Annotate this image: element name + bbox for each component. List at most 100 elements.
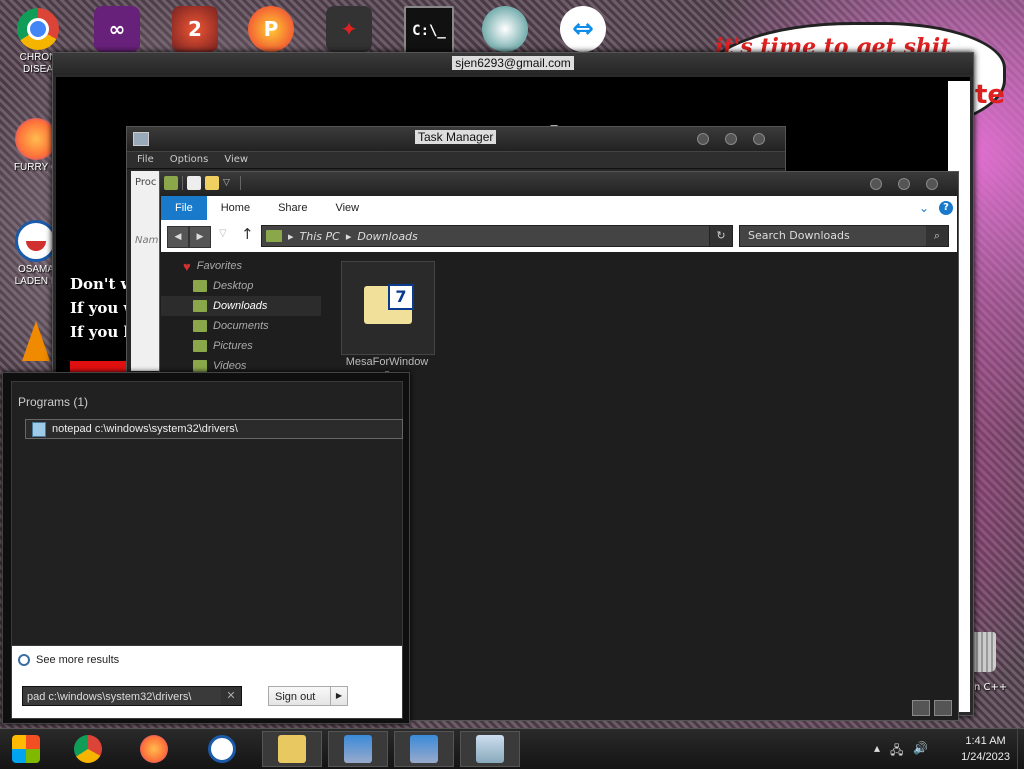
7zip-badge-icon: 7 [388, 284, 414, 310]
visual-studio-icon[interactable]: ∞ [94, 6, 140, 52]
see-more-results-link[interactable]: See more results [18, 654, 119, 666]
menu-options[interactable]: Options [170, 152, 209, 168]
navigation-pane: ♥ Favorites Desktop Downloads Documents … [161, 256, 321, 376]
show-desktop-button[interactable] [1017, 729, 1024, 769]
taskbar-firefox[interactable] [126, 731, 182, 767]
folder-icon [164, 176, 178, 190]
system-tray: ▴ 🖧 🔊 1:41 AM 1/24/2023 [864, 729, 1024, 769]
start-menu[interactable]: Programs (1) notepad c:\windows\system32… [2, 372, 410, 724]
nav-desktop[interactable]: Desktop [161, 276, 321, 296]
explorer-minimize-button[interactable] [870, 178, 882, 190]
nav-downloads-label: Downloads [213, 300, 268, 312]
notepad-icon [32, 421, 46, 437]
clear-search-icon[interactable]: ✕ [221, 687, 241, 705]
app-red-emblem-icon[interactable]: ✦ [326, 6, 372, 52]
expand-ribbon-chevron-icon[interactable]: ⌄ [919, 201, 929, 215]
nav-documents-label: Documents [213, 320, 269, 332]
refresh-icon[interactable]: ↻ [709, 226, 732, 246]
app-p-icon[interactable]: P [248, 6, 294, 52]
properties-icon[interactable] [187, 176, 201, 190]
breadcrumb-downloads[interactable]: Downloads [357, 230, 417, 243]
see-more-label: See more results [36, 654, 120, 666]
close-button[interactable] [753, 133, 765, 145]
nav-downloads[interactable]: Downloads [161, 296, 321, 316]
nav-favorites[interactable]: ♥ Favorites [161, 256, 321, 276]
file-explorer-icon [278, 735, 306, 763]
search-placeholder: Search Downloads [748, 229, 850, 242]
result-notepad-label: notepad c:\windows\system32\drivers\ [52, 423, 238, 435]
task-manager-titlebar[interactable]: Task Manager [127, 127, 785, 151]
nav-documents[interactable]: Documents [161, 316, 321, 336]
tab-home[interactable]: Home [207, 196, 264, 220]
shutdown-options-arrow-icon[interactable]: ▶ [330, 687, 347, 705]
tab-share[interactable]: Share [264, 196, 321, 220]
taskbar-task-manager[interactable] [460, 731, 520, 767]
explorer-maximize-button[interactable] [898, 178, 910, 190]
explorer-titlebar[interactable]: ▽ [160, 172, 958, 196]
chrome-icon [74, 735, 102, 763]
menu-view[interactable]: View [224, 152, 248, 168]
task-manager-icon [476, 735, 504, 763]
up-arrow-icon[interactable]: ↑ [241, 225, 254, 243]
column-name-header[interactable]: Nam [135, 235, 158, 246]
email-window-title: sjen6293@gmail.com [452, 56, 574, 70]
sign-out-button[interactable]: Sign out ▶ [268, 686, 348, 706]
recent-locations-icon[interactable]: ▽ [219, 228, 227, 239]
videos-icon [193, 360, 207, 372]
tab-file[interactable]: File [161, 196, 207, 220]
help-icon[interactable]: ? [939, 201, 953, 215]
downloads-icon [193, 300, 207, 312]
taskbar-explorer[interactable] [262, 731, 322, 767]
explorer-close-button[interactable] [926, 178, 938, 190]
network-icon[interactable]: 🖧 [890, 741, 903, 762]
maximize-button[interactable] [725, 133, 737, 145]
taskbar-chrome[interactable] [60, 731, 116, 767]
taskbar-installer-1[interactable] [328, 731, 388, 767]
installer-icon [344, 735, 372, 763]
address-bar[interactable]: ▸ This PC ▸ Downloads ↻ [261, 225, 733, 247]
details-view-icon[interactable] [912, 700, 930, 716]
volume-icon[interactable]: 🔊 [913, 741, 928, 762]
address-folder-icon [266, 230, 282, 242]
vlc-cone-icon [15, 320, 57, 362]
task-manager-menubar: File Options View [127, 151, 785, 169]
pictures-icon [193, 340, 207, 352]
forward-button[interactable]: ▶ [189, 226, 211, 248]
chevron-down-icon[interactable]: ▽ [223, 178, 230, 188]
show-hidden-icons-icon[interactable]: ▴ [874, 741, 880, 762]
back-button[interactable]: ◀ [167, 226, 189, 248]
clock[interactable]: 1:41 AM 1/24/2023 [961, 733, 1010, 765]
breadcrumb-separator-icon: ▸ [345, 229, 352, 243]
nav-desktop-label: Desktop [213, 280, 254, 292]
taskbar-obama-app[interactable] [194, 731, 250, 767]
nav-pictures[interactable]: Pictures [161, 336, 321, 356]
desktop-icon [193, 280, 207, 292]
sign-out-label: Sign out [275, 691, 316, 703]
app-2-icon[interactable]: 2 [172, 6, 218, 52]
menu-file[interactable]: File [137, 152, 154, 168]
start-search-input[interactable]: pad c:\windows\system32\drivers\ ✕ [22, 686, 242, 706]
obama-logo-icon [208, 735, 236, 763]
new-folder-icon[interactable] [205, 176, 219, 190]
task-manager-title: Task Manager [415, 130, 497, 144]
nav-videos-label: Videos [213, 360, 247, 372]
search-icon[interactable]: ⌕ [926, 226, 948, 246]
app-character-icon[interactable] [482, 6, 528, 52]
breadcrumb-this-pc[interactable]: This PC [300, 230, 340, 243]
installer-icon [410, 735, 438, 763]
email-window-titlebar[interactable]: sjen6293@gmail.com [53, 53, 973, 75]
quick-access-toolbar: ▽ [164, 176, 241, 190]
teamviewer-icon[interactable]: ⇔ [560, 6, 606, 52]
taskbar-installer-2[interactable] [394, 731, 454, 767]
chrome-icon [17, 8, 59, 50]
taskbar: ▴ 🖧 🔊 1:41 AM 1/24/2023 [0, 728, 1024, 769]
start-button[interactable] [0, 731, 52, 767]
minimize-button[interactable] [697, 133, 709, 145]
breadcrumb-separator-icon: ▸ [288, 229, 294, 243]
cmd-icon[interactable]: C:\_ [404, 6, 454, 56]
large-icons-view-icon[interactable] [934, 700, 952, 716]
search-input[interactable]: Search Downloads ⌕ [739, 225, 949, 247]
file-item-mesa[interactable]: 7 [341, 261, 435, 355]
result-notepad[interactable]: notepad c:\windows\system32\drivers\ [25, 419, 403, 439]
tab-view[interactable]: View [321, 196, 373, 220]
